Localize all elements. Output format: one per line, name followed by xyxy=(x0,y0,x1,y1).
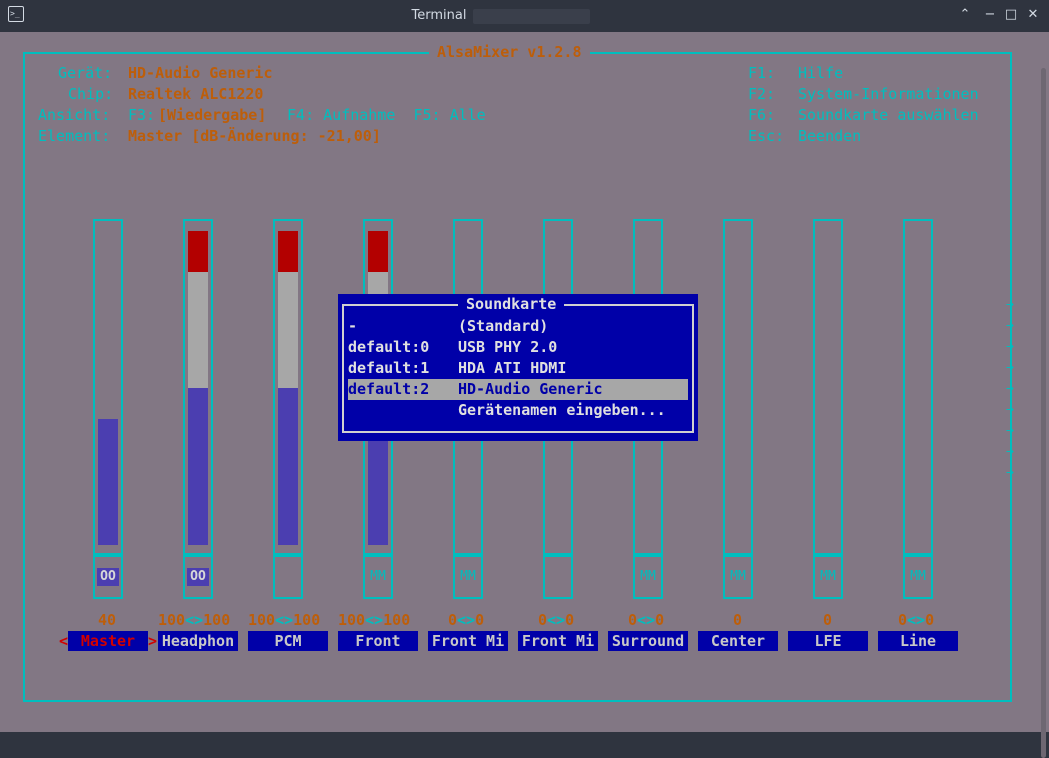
info-value-device: HD-Audio Generic xyxy=(128,64,273,82)
view-current: [Wiedergabe] xyxy=(158,106,267,124)
scroll-right-arrow: → xyxy=(1006,465,1014,480)
volume-readout: 0 xyxy=(733,611,743,629)
volume-fill-mid xyxy=(188,271,208,388)
channel-name-pcm[interactable]: PCM xyxy=(248,631,328,651)
key-f2-desc[interactable]: System-Informationen xyxy=(798,84,979,105)
mute-state[interactable]: MM xyxy=(817,568,839,586)
volume-bar-7[interactable] xyxy=(723,219,753,555)
scroll-right-arrow: → xyxy=(1006,318,1014,333)
channel-name-surround[interactable]: Surround xyxy=(608,631,688,651)
mute-state[interactable]: MM xyxy=(907,568,929,586)
volume-bar-8[interactable] xyxy=(813,219,843,555)
info-label-chip: Chip: xyxy=(68,85,114,103)
soundcard-option[interactable]: default:2 HD-Audio Generic xyxy=(348,379,688,400)
channel-name-lfe[interactable]: LFE xyxy=(788,631,868,651)
soundcard-option-key: default:1 xyxy=(348,359,430,377)
soundcard-option-key: - xyxy=(348,317,358,335)
scroll-right-arrow: → xyxy=(1006,444,1014,459)
volume-readout: 100<>100 xyxy=(338,611,411,629)
volume-readout: 100<>100 xyxy=(158,611,231,629)
soundcard-option-name: HD-Audio Generic xyxy=(458,380,603,398)
window-titlebar: >_ Terminal ⌃ − □ ✕ xyxy=(0,0,1049,32)
mute-state[interactable]: MM xyxy=(457,568,479,586)
info-label-device: Gerät: xyxy=(58,64,113,82)
volume-fill-high xyxy=(188,231,208,272)
mute-switch-frame-5[interactable] xyxy=(543,555,573,599)
mute-state[interactable]: MM xyxy=(727,568,749,586)
close-button[interactable]: ✕ xyxy=(1025,7,1041,23)
soundcard-option-name: Gerätenamen eingeben... xyxy=(458,401,666,419)
mute-switch-frame-2[interactable] xyxy=(273,555,303,599)
volume-readout: 0<>0 xyxy=(448,611,485,629)
volume-readout: 0<>0 xyxy=(538,611,575,629)
selection-marker-left: < xyxy=(59,632,69,650)
view-other-keys[interactable]: F4: Aufnahme F5: Alle xyxy=(278,105,486,126)
scroll-right-arrow: → xyxy=(1006,423,1014,438)
soundcard-option-name: (Standard) xyxy=(458,317,549,335)
channel-name-master[interactable]: Master xyxy=(68,631,148,651)
key-esc: Esc: xyxy=(748,127,785,145)
key-f2: F2: xyxy=(748,85,776,103)
volume-fill-low xyxy=(188,388,208,545)
key-esc-desc[interactable]: Beenden xyxy=(798,126,861,147)
volume-fill-high xyxy=(368,231,388,272)
mixer-title: AlsaMixer v1.2.8 xyxy=(429,42,590,63)
mute-state[interactable]: OO xyxy=(187,568,209,586)
info-label-view: Ansicht: xyxy=(38,106,111,124)
volume-readout: 0<>0 xyxy=(898,611,935,629)
scroll-right-arrow: → xyxy=(1006,381,1014,396)
maximize-button[interactable]: □ xyxy=(1003,7,1019,23)
soundcard-option-key: default:2 xyxy=(348,380,430,398)
soundcard-option[interactable]: default:0 USB PHY 2.0 xyxy=(348,337,688,358)
mute-state[interactable]: MM xyxy=(637,568,659,586)
minimize-button[interactable]: − xyxy=(982,7,998,23)
channel-name-front-mi[interactable]: Front Mi xyxy=(518,631,598,651)
info-label-element: Element: xyxy=(38,127,111,145)
key-f1: F1: xyxy=(748,64,776,82)
scrollbar-thumb[interactable] xyxy=(1041,68,1046,758)
view-f3-key[interactable]: F3: xyxy=(128,105,155,126)
channel-name-front-mi[interactable]: Front Mi xyxy=(428,631,508,651)
key-f1-desc[interactable]: Hilfe xyxy=(798,63,843,84)
scroll-right-arrow: → xyxy=(1006,402,1014,417)
volume-bar-9[interactable] xyxy=(903,219,933,555)
volume-readout: 0 xyxy=(823,611,833,629)
window-title: Terminal xyxy=(411,8,467,23)
scroll-right-arrow: → xyxy=(1006,297,1014,312)
soundcard-option-name: HDA ATI HDMI xyxy=(458,359,567,377)
soundcard-option-key: default:0 xyxy=(348,338,430,356)
channel-name-center[interactable]: Center xyxy=(698,631,778,651)
soundcard-option[interactable]: Gerätenamen eingeben... xyxy=(348,400,688,421)
volume-fill-low xyxy=(98,419,118,545)
volume-readout: 0<>0 xyxy=(628,611,665,629)
keep-above-button[interactable]: ⌃ xyxy=(957,7,973,23)
channel-name-line[interactable]: Line xyxy=(878,631,958,651)
window-title-extension xyxy=(473,9,590,24)
volume-fill-mid xyxy=(278,271,298,388)
volume-readout: 40 xyxy=(98,611,117,629)
scroll-right-arrow: → xyxy=(1006,360,1014,375)
volume-fill-low xyxy=(278,388,298,545)
info-value-element: Master [dB-Änderung: -21,00] xyxy=(128,127,381,145)
scrollbar[interactable] xyxy=(1034,32,1049,758)
soundcard-dialog-title: Soundkarte xyxy=(458,294,565,315)
info-value-chip: Realtek ALC1220 xyxy=(128,85,264,103)
mute-state[interactable]: MM xyxy=(367,568,389,586)
key-f6: F6: xyxy=(748,106,776,124)
volume-fill-high xyxy=(278,231,298,272)
selection-marker-right: > xyxy=(148,632,158,650)
channel-name-front[interactable]: Front xyxy=(338,631,418,651)
scroll-right-arrow: → xyxy=(1006,339,1014,354)
volume-readout: 100<>100 xyxy=(248,611,321,629)
mute-state[interactable]: OO xyxy=(97,568,119,586)
soundcard-option[interactable]: - (Standard) xyxy=(348,316,688,337)
channel-name-headphon[interactable]: Headphon xyxy=(158,631,238,651)
soundcard-option[interactable]: default:1 HDA ATI HDMI xyxy=(348,358,688,379)
key-f6-desc[interactable]: Soundkarte auswählen xyxy=(798,105,979,126)
soundcard-option-name: USB PHY 2.0 xyxy=(458,338,558,356)
